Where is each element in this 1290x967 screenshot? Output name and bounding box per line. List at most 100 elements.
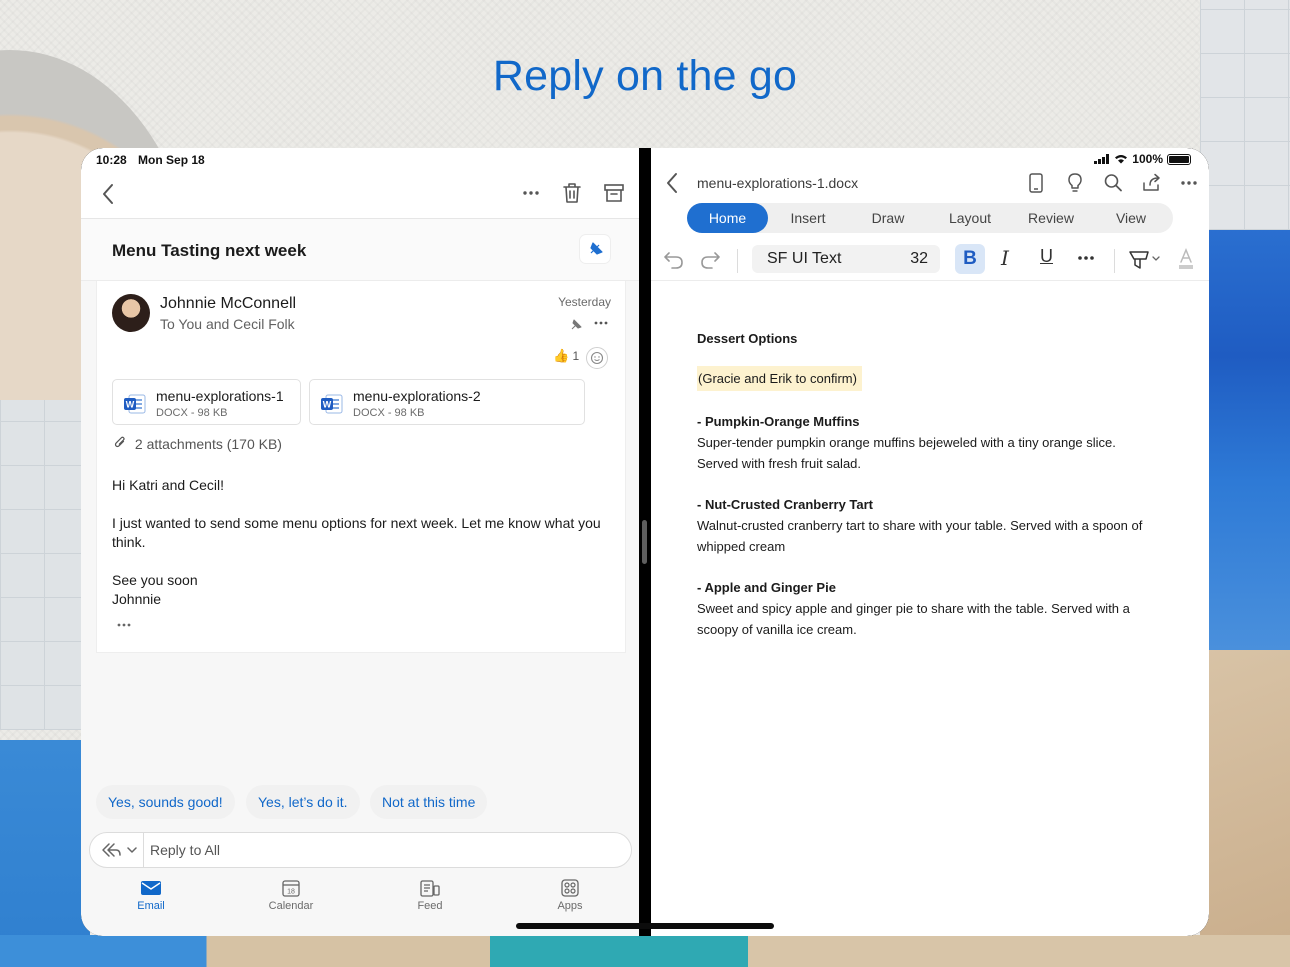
reply-bar: Reply to All xyxy=(81,825,639,875)
tab-label: Email xyxy=(137,900,165,912)
toolbar-separator xyxy=(737,249,738,273)
status-time: 10:28 xyxy=(96,153,127,167)
email-signature: Johnnie xyxy=(112,591,162,607)
quick-reply-button[interactable]: Yes, let’s do it. xyxy=(246,785,360,819)
background-blue-right xyxy=(1200,230,1290,650)
quick-reply-button[interactable]: Not at this time xyxy=(370,785,488,819)
doc-header: menu-explorations-1.docx xyxy=(651,168,1209,198)
doc-item-heading: - Nut-Crusted Cranberry Tart xyxy=(697,497,874,512)
reply-divider xyxy=(143,833,144,867)
mail-toolbar xyxy=(81,173,639,219)
more-horizontal-icon[interactable] xyxy=(593,317,609,329)
more-horizontal-icon[interactable] xyxy=(1076,249,1096,267)
attachment-card[interactable]: W menu-explorations-2 DOCX - 98 KB xyxy=(309,379,585,425)
tab-home[interactable]: Home xyxy=(687,203,768,233)
tab-calendar[interactable]: 18 Calendar xyxy=(246,879,336,912)
reply-all-icon[interactable] xyxy=(100,842,122,858)
underline-button[interactable]: U xyxy=(1040,246,1053,267)
add-reaction-button[interactable] xyxy=(586,347,608,369)
thumbs-up-icon: 👍 xyxy=(553,348,570,363)
calendar-icon: 18 xyxy=(282,880,300,897)
search-icon[interactable] xyxy=(1103,172,1123,194)
word-file-icon: W xyxy=(124,394,146,414)
svg-text:W: W xyxy=(323,400,332,410)
battery-percent: 100% xyxy=(1132,152,1163,166)
home-indicator[interactable] xyxy=(516,923,774,929)
lightbulb-icon[interactable] xyxy=(1065,172,1085,194)
mail-icon xyxy=(141,881,161,895)
toolbar-separator xyxy=(1114,249,1115,273)
mobile-view-icon[interactable] xyxy=(1027,172,1045,194)
bold-button[interactable]: B xyxy=(955,244,985,274)
tab-view[interactable]: View xyxy=(1092,203,1170,233)
svg-text:W: W xyxy=(126,400,135,410)
status-date: Mon Sep 18 xyxy=(138,153,205,167)
apps-grid-icon xyxy=(561,879,579,897)
doc-item-text: Super-tender pumpkin orange muffins beje… xyxy=(697,435,1116,471)
format-toolbar: SF UI Text 32 B I U xyxy=(651,241,1209,281)
split-view-divider-handle[interactable] xyxy=(642,520,647,564)
chevron-left-icon[interactable] xyxy=(665,172,679,194)
undo-icon[interactable] xyxy=(663,249,685,271)
tab-draw[interactable]: Draw xyxy=(849,203,927,233)
email-signoff: See you soon xyxy=(112,572,198,588)
quick-reply-button[interactable]: Yes, sounds good! xyxy=(96,785,235,819)
status-bar-left: 10:28 Mon Sep 18 xyxy=(96,153,205,167)
reply-input[interactable]: Reply to All xyxy=(150,842,220,858)
status-bar-right: 100% xyxy=(1094,152,1191,166)
word-file-icon: W xyxy=(321,394,343,414)
more-horizontal-icon[interactable] xyxy=(1179,174,1199,192)
trash-icon[interactable] xyxy=(561,181,583,205)
tab-review[interactable]: Review xyxy=(1012,203,1090,233)
reaction-count: 1 xyxy=(572,349,580,363)
highlighter-icon[interactable] xyxy=(1128,247,1164,271)
email-subject: Menu Tasting next week xyxy=(112,241,307,260)
redo-icon[interactable] xyxy=(699,249,721,271)
more-horizontal-icon[interactable] xyxy=(521,183,541,203)
sender-name[interactable]: Johnnie McConnell xyxy=(160,295,296,313)
italic-button[interactable]: I xyxy=(1001,246,1009,270)
avatar[interactable] xyxy=(112,294,150,332)
font-color-icon[interactable] xyxy=(1176,247,1196,271)
tab-feed[interactable]: Feed xyxy=(385,879,475,912)
reaction-badge[interactable]: 👍 1 xyxy=(553,348,579,364)
calendar-day: 18 xyxy=(287,889,295,896)
tab-apps[interactable]: Apps xyxy=(525,879,615,912)
background-tiles-left xyxy=(0,400,90,730)
paperclip-icon xyxy=(114,436,125,448)
font-size[interactable]: 32 xyxy=(910,250,928,268)
tab-label: Calendar xyxy=(268,900,314,912)
recipients[interactable]: To You and Cecil Folk xyxy=(160,316,295,332)
background-wood-right xyxy=(1200,650,1290,967)
attachment-card[interactable]: W menu-explorations-1 DOCX - 98 KB xyxy=(112,379,301,425)
flag-button[interactable] xyxy=(580,235,610,263)
tab-insert[interactable]: Insert xyxy=(769,203,847,233)
background-blue-left xyxy=(0,740,90,967)
attachments-summary-text: 2 attachments (170 KB) xyxy=(134,436,282,452)
doc-item-heading: - Pumpkin-Orange Muffins xyxy=(697,414,860,429)
flag-icon xyxy=(590,242,603,255)
expand-quoted-icon[interactable] xyxy=(116,621,132,629)
tab-email[interactable]: Email xyxy=(106,879,196,912)
attachments-summary[interactable]: 2 attachments (170 KB) xyxy=(114,435,282,452)
reply-box: Reply to All xyxy=(89,832,632,868)
tab-layout[interactable]: Layout xyxy=(931,203,1009,233)
email-paragraph: I just wanted to send some menu options … xyxy=(112,515,601,550)
chevron-down-icon[interactable] xyxy=(126,845,138,855)
tab-label: Apps xyxy=(557,900,583,912)
attachment-meta: DOCX - 98 KB xyxy=(353,407,425,419)
tab-label: Feed xyxy=(417,900,443,912)
font-picker[interactable]: SF UI Text 32 xyxy=(752,245,940,273)
attachment-meta: DOCX - 98 KB xyxy=(156,407,228,419)
chevron-left-icon[interactable] xyxy=(101,183,115,205)
document-title[interactable]: menu-explorations-1.docx xyxy=(697,175,858,191)
email-greeting: Hi Katri and Cecil! xyxy=(112,477,225,493)
headline: Reply on the go xyxy=(492,52,798,100)
pin-icon[interactable] xyxy=(569,316,585,332)
message-card: Johnnie McConnell To You and Cecil Folk … xyxy=(96,281,626,653)
archive-icon[interactable] xyxy=(603,182,625,204)
font-name: SF UI Text xyxy=(767,250,842,267)
attachment-name: menu-explorations-1 xyxy=(156,388,284,404)
outlook-pane: 10:28 Mon Sep 18 Menu Tasting next week … xyxy=(81,148,639,936)
share-icon[interactable] xyxy=(1141,172,1163,194)
